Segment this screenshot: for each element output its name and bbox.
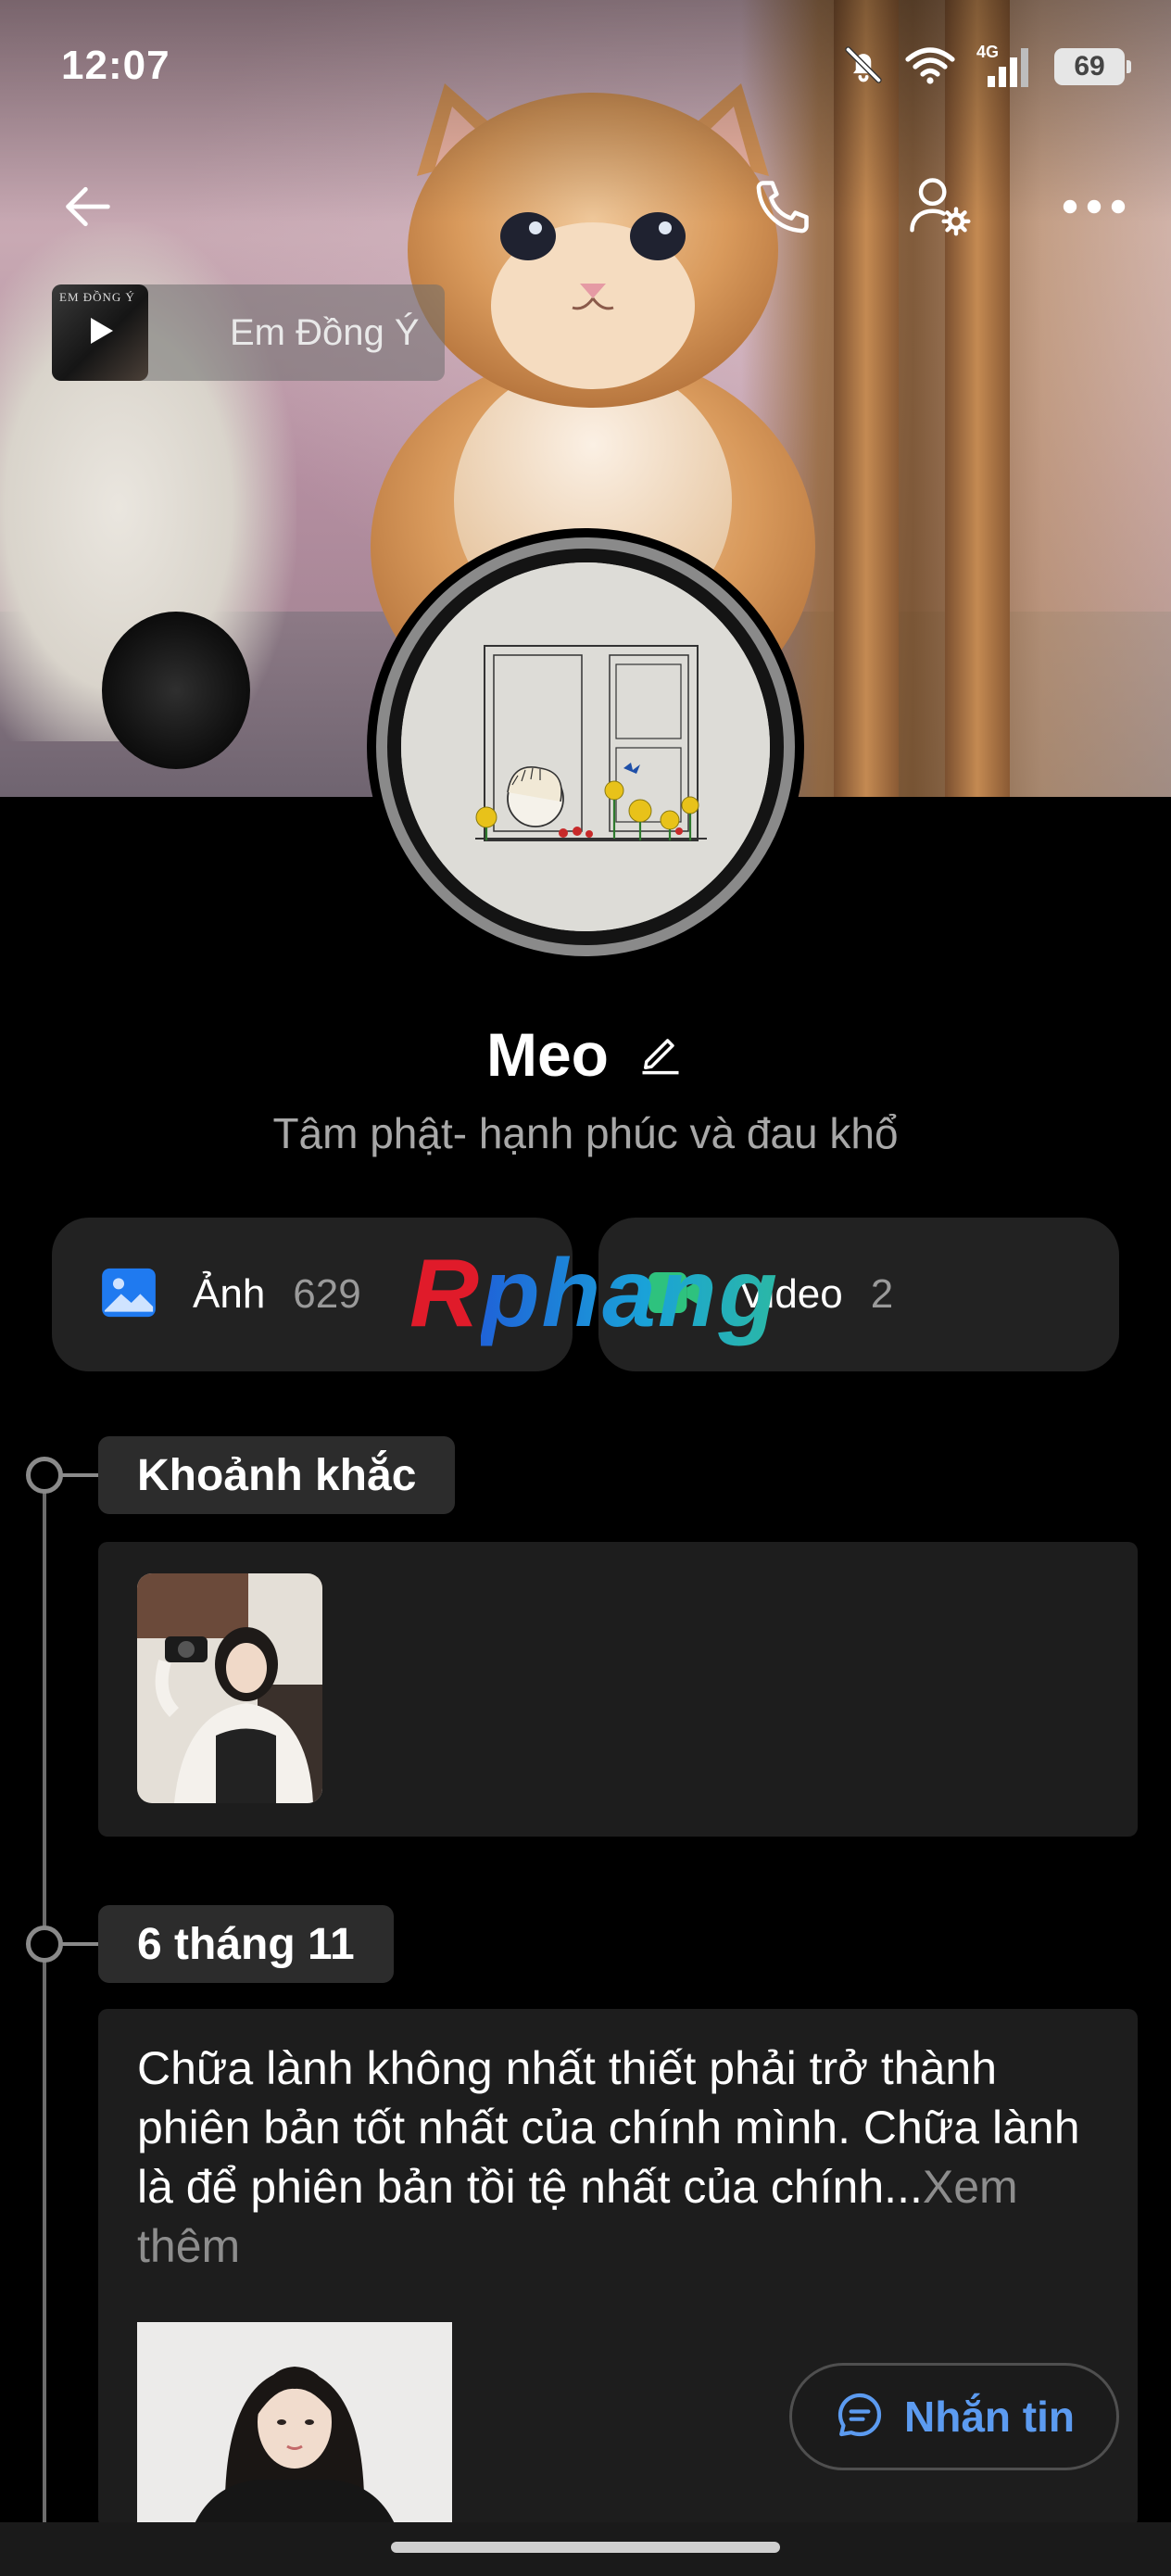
profile-settings-button[interactable]	[897, 167, 980, 250]
profile-name-row: Meo	[0, 1019, 1171, 1090]
signal-icon: 4G	[976, 43, 1034, 87]
avatar[interactable]	[367, 528, 804, 966]
music-cover-thumbnail: EM ĐỒNG Ý	[52, 284, 148, 381]
edit-name-button[interactable]	[636, 1029, 685, 1081]
watermark-rest: phang	[481, 1240, 780, 1347]
arrow-left-icon	[58, 177, 118, 241]
more-horizontal-icon	[1061, 197, 1127, 221]
chat-bubble-icon	[834, 2389, 886, 2445]
timeline-dot	[26, 1457, 63, 1494]
battery-level: 69	[1074, 51, 1105, 82]
photo-icon	[98, 1262, 159, 1328]
wifi-icon	[904, 44, 956, 90]
videos-count: 2	[870, 1271, 894, 1317]
user-settings-icon	[903, 171, 974, 246]
more-options-button[interactable]	[1052, 167, 1136, 250]
phone-icon	[749, 173, 816, 245]
profile-bio: Tâm phật- hạnh phúc và đau khổ	[272, 1109, 899, 1157]
status-bar: 12:07 4G 69	[0, 0, 1171, 139]
timeline-connector	[59, 1473, 98, 1477]
cover-scooter-wheel	[102, 612, 250, 769]
message-button[interactable]: Nhắn tin	[789, 2363, 1119, 2470]
post-date-header: 6 tháng 11	[98, 1905, 394, 1983]
profile-name: Meo	[486, 1020, 609, 1089]
post-text: Chữa lành không nhất thiết phải trở thàn…	[137, 2039, 1101, 2276]
avatar-ring	[376, 537, 795, 956]
avatar-inner-ring	[387, 549, 784, 945]
moments-card	[98, 1542, 1138, 1837]
battery-icon: 69	[1054, 48, 1131, 85]
photos-label: Ảnh	[193, 1271, 266, 1317]
play-icon[interactable]	[82, 312, 119, 354]
status-time: 12:07	[61, 43, 170, 88]
profile-music-chip[interactable]: EM ĐỒNG Ý Em Đồng Ý	[52, 284, 445, 381]
post-photo[interactable]	[137, 2322, 452, 2528]
message-button-label: Nhắn tin	[904, 2393, 1075, 2441]
moments-header: Khoảnh khắc	[98, 1436, 456, 1514]
watermark-logo: Rphang	[409, 1238, 779, 1349]
photos-count: 629	[293, 1271, 361, 1317]
call-button[interactable]	[741, 167, 825, 250]
moment-thumbnail[interactable]	[137, 1573, 322, 1803]
system-icons: 4G 69	[843, 43, 1131, 90]
watermark-first-letter: R	[409, 1240, 482, 1347]
music-title: Em Đồng Ý	[230, 311, 420, 353]
home-indicator[interactable]	[391, 2542, 780, 2553]
bell-off-icon	[843, 44, 884, 90]
timeline-connector	[59, 1942, 98, 1946]
pencil-icon	[636, 1038, 685, 1080]
music-thumb-label: EM ĐỒNG Ý	[59, 290, 135, 304]
back-button[interactable]	[46, 167, 130, 250]
timeline-dot	[26, 1926, 63, 1963]
avatar-image	[401, 562, 770, 931]
timeline-line	[43, 1475, 46, 2522]
